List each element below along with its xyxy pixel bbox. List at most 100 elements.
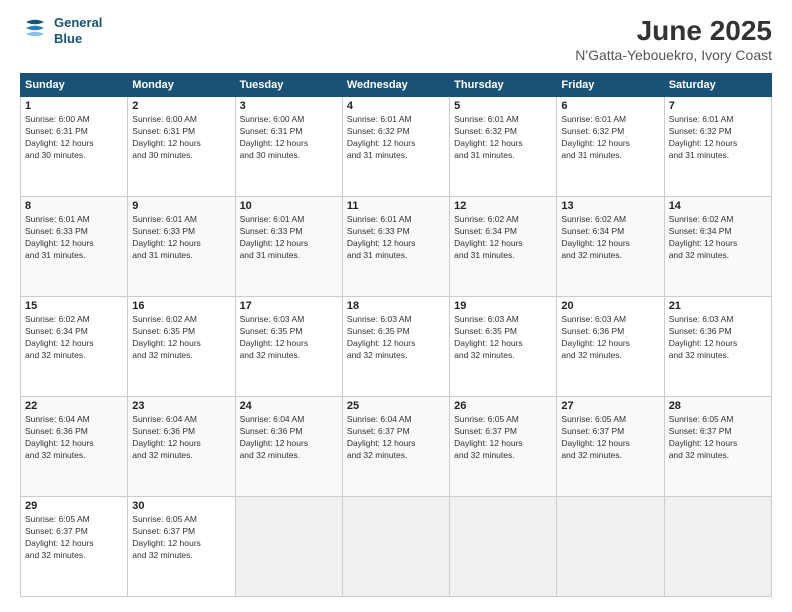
day-number: 25 <box>347 400 445 412</box>
calendar-day-cell: 26Sunrise: 6:05 AM Sunset: 6:37 PM Dayli… <box>450 397 557 497</box>
calendar-day-cell: 4 Sunrise: 6:01 AM Sunset: 6:32 PM Daylig… <box>342 97 449 197</box>
calendar-day-cell: 19 Sunrise: 6:03 AM Sunset: 6:35 PM Dayli… <box>450 297 557 397</box>
day-number: 15 <box>25 300 123 312</box>
calendar-week-row: 29 Sunrise: 6:05 AM Sunset: 6:37 PM Dayli… <box>21 497 772 597</box>
day-info: Sunrise: 6:01 AM Sunset: 6:32 PM Dayligh… <box>454 114 552 162</box>
day-info: Sunrise: 6:01 AM Sunset: 6:33 PM Dayligh… <box>132 214 230 262</box>
day-number: 27 <box>561 400 659 412</box>
logo-text: General Blue <box>54 15 102 46</box>
day-number: 28 <box>669 400 767 412</box>
day-number: 23 <box>132 400 230 412</box>
day-number: 16 <box>132 300 230 312</box>
calendar-day-cell: 28 Sunrise: 6:05 AM Sunset: 6:37 PM Dayli… <box>664 397 771 497</box>
day-number: 20 <box>561 300 659 312</box>
day-info: Sunrise: 6:01 AM Sunset: 6:32 PM Dayligh… <box>561 114 659 162</box>
calendar-day-cell <box>235 497 342 597</box>
day-number: 12 <box>454 200 552 212</box>
calendar-day-cell: 25Sunrise: 6:04 AM Sunset: 6:37 PM Dayli… <box>342 397 449 497</box>
calendar-day-cell: 3Sunrise: 6:00 AM Sunset: 6:31 PM Daylig… <box>235 97 342 197</box>
day-info: Sunrise: 6:05 AM Sunset: 6:37 PM Dayligh… <box>454 414 552 462</box>
calendar-day-cell: 12Sunrise: 6:02 AM Sunset: 6:34 PM Dayli… <box>450 197 557 297</box>
title-block: June 2025 N'Gatta-Yebouekro, Ivory Coast <box>575 15 772 63</box>
day-info: Sunrise: 6:04 AM Sunset: 6:36 PM Dayligh… <box>132 414 230 462</box>
day-number: 6 <box>561 100 659 112</box>
day-number: 9 <box>132 200 230 212</box>
calendar-day-cell <box>450 497 557 597</box>
calendar-day-cell <box>342 497 449 597</box>
day-info: Sunrise: 6:05 AM Sunset: 6:37 PM Dayligh… <box>132 514 230 562</box>
day-number: 29 <box>25 500 123 512</box>
header: General Blue June 2025 N'Gatta-Yebouekro… <box>20 15 772 63</box>
calendar-day-cell: 30 Sunrise: 6:05 AM Sunset: 6:37 PM Dayli… <box>128 497 235 597</box>
logo: General Blue <box>20 15 102 46</box>
calendar-day-cell: 27 Sunrise: 6:05 AM Sunset: 6:37 PM Dayli… <box>557 397 664 497</box>
day-info: Sunrise: 6:02 AM Sunset: 6:34 PM Dayligh… <box>561 214 659 262</box>
day-number: 22 <box>25 400 123 412</box>
calendar-day-cell: 24Sunrise: 6:04 AM Sunset: 6:36 PM Dayli… <box>235 397 342 497</box>
day-number: 3 <box>240 100 338 112</box>
day-info: Sunrise: 6:04 AM Sunset: 6:36 PM Dayligh… <box>25 414 123 462</box>
calendar-day-cell: 13Sunrise: 6:02 AM Sunset: 6:34 PM Dayli… <box>557 197 664 297</box>
calendar-body: 1 Sunrise: 6:00 AM Sunset: 6:31 PM Daylig… <box>21 97 772 597</box>
calendar-day-cell: 1 Sunrise: 6:00 AM Sunset: 6:31 PM Daylig… <box>21 97 128 197</box>
day-number: 30 <box>132 500 230 512</box>
calendar-day-cell <box>664 497 771 597</box>
day-number: 14 <box>669 200 767 212</box>
calendar-day-cell: 17Sunrise: 6:03 AM Sunset: 6:35 PM Dayli… <box>235 297 342 397</box>
calendar-day-cell: 18Sunrise: 6:03 AM Sunset: 6:35 PM Dayli… <box>342 297 449 397</box>
weekday-header: Saturday <box>664 74 771 97</box>
day-info: Sunrise: 6:02 AM Sunset: 6:34 PM Dayligh… <box>25 314 123 362</box>
day-number: 2 <box>132 100 230 112</box>
logo-icon <box>20 16 50 46</box>
calendar-week-row: 22 Sunrise: 6:04 AM Sunset: 6:36 PM Dayli… <box>21 397 772 497</box>
calendar-day-cell: 16 Sunrise: 6:02 AM Sunset: 6:35 PM Dayli… <box>128 297 235 397</box>
day-info: Sunrise: 6:01 AM Sunset: 6:32 PM Dayligh… <box>347 114 445 162</box>
calendar-day-cell: 10 Sunrise: 6:01 AM Sunset: 6:33 PM Dayli… <box>235 197 342 297</box>
day-info: Sunrise: 6:05 AM Sunset: 6:37 PM Dayligh… <box>25 514 123 562</box>
day-number: 7 <box>669 100 767 112</box>
weekday-header: Monday <box>128 74 235 97</box>
day-info: Sunrise: 6:04 AM Sunset: 6:36 PM Dayligh… <box>240 414 338 462</box>
calendar-week-row: 1 Sunrise: 6:00 AM Sunset: 6:31 PM Daylig… <box>21 97 772 197</box>
page: General Blue June 2025 N'Gatta-Yebouekro… <box>0 0 792 612</box>
subtitle: N'Gatta-Yebouekro, Ivory Coast <box>575 47 772 63</box>
day-info: Sunrise: 6:03 AM Sunset: 6:35 PM Dayligh… <box>454 314 552 362</box>
calendar-day-cell: 11Sunrise: 6:01 AM Sunset: 6:33 PM Dayli… <box>342 197 449 297</box>
day-info: Sunrise: 6:03 AM Sunset: 6:36 PM Dayligh… <box>561 314 659 362</box>
day-number: 1 <box>25 100 123 112</box>
day-number: 4 <box>347 100 445 112</box>
day-info: Sunrise: 6:03 AM Sunset: 6:35 PM Dayligh… <box>347 314 445 362</box>
day-info: Sunrise: 6:00 AM Sunset: 6:31 PM Dayligh… <box>25 114 123 162</box>
calendar-day-cell: 14 Sunrise: 6:02 AM Sunset: 6:34 PM Dayli… <box>664 197 771 297</box>
calendar-day-cell: 21Sunrise: 6:03 AM Sunset: 6:36 PM Dayli… <box>664 297 771 397</box>
weekday-header: Sunday <box>21 74 128 97</box>
day-info: Sunrise: 6:05 AM Sunset: 6:37 PM Dayligh… <box>561 414 659 462</box>
weekday-header: Wednesday <box>342 74 449 97</box>
weekday-header: Tuesday <box>235 74 342 97</box>
day-info: Sunrise: 6:02 AM Sunset: 6:34 PM Dayligh… <box>669 214 767 262</box>
calendar-table: SundayMondayTuesdayWednesdayThursdayFrid… <box>20 73 772 597</box>
calendar-header: SundayMondayTuesdayWednesdayThursdayFrid… <box>21 74 772 97</box>
day-info: Sunrise: 6:01 AM Sunset: 6:33 PM Dayligh… <box>240 214 338 262</box>
calendar-week-row: 8Sunrise: 6:01 AM Sunset: 6:33 PM Daylig… <box>21 197 772 297</box>
calendar-day-cell: 2Sunrise: 6:00 AM Sunset: 6:31 PM Daylig… <box>128 97 235 197</box>
calendar-day-cell: 9 Sunrise: 6:01 AM Sunset: 6:33 PM Daylig… <box>128 197 235 297</box>
calendar-day-cell: 23 Sunrise: 6:04 AM Sunset: 6:36 PM Dayli… <box>128 397 235 497</box>
day-info: Sunrise: 6:02 AM Sunset: 6:35 PM Dayligh… <box>132 314 230 362</box>
calendar-day-cell <box>557 497 664 597</box>
calendar-day-cell: 15 Sunrise: 6:02 AM Sunset: 6:34 PM Dayli… <box>21 297 128 397</box>
day-info: Sunrise: 6:01 AM Sunset: 6:33 PM Dayligh… <box>25 214 123 262</box>
calendar-day-cell: 7Sunrise: 6:01 AM Sunset: 6:32 PM Daylig… <box>664 97 771 197</box>
day-info: Sunrise: 6:03 AM Sunset: 6:35 PM Dayligh… <box>240 314 338 362</box>
day-number: 10 <box>240 200 338 212</box>
day-number: 21 <box>669 300 767 312</box>
weekday-header: Thursday <box>450 74 557 97</box>
day-info: Sunrise: 6:01 AM Sunset: 6:33 PM Dayligh… <box>347 214 445 262</box>
calendar-day-cell: 20 Sunrise: 6:03 AM Sunset: 6:36 PM Dayli… <box>557 297 664 397</box>
calendar-day-cell: 5 Sunrise: 6:01 AM Sunset: 6:32 PM Daylig… <box>450 97 557 197</box>
weekday-row: SundayMondayTuesdayWednesdayThursdayFrid… <box>21 74 772 97</box>
day-info: Sunrise: 6:05 AM Sunset: 6:37 PM Dayligh… <box>669 414 767 462</box>
calendar-day-cell: 6 Sunrise: 6:01 AM Sunset: 6:32 PM Daylig… <box>557 97 664 197</box>
day-number: 19 <box>454 300 552 312</box>
day-number: 5 <box>454 100 552 112</box>
